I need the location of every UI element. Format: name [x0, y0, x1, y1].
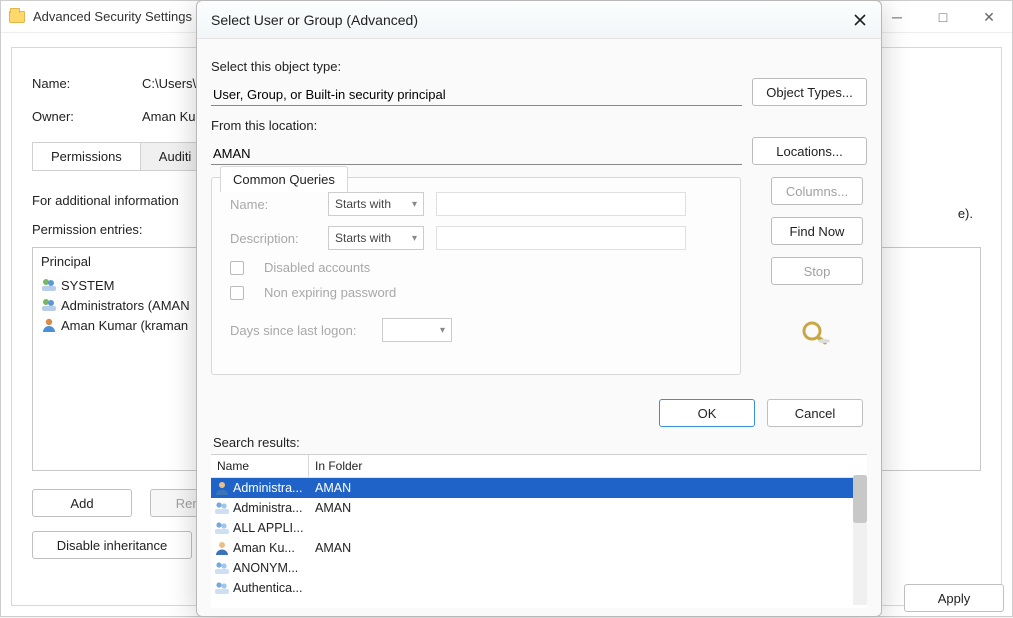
users-icon	[211, 520, 233, 536]
ok-button[interactable]: OK	[659, 399, 755, 427]
user-icon	[211, 480, 233, 496]
tab-common-queries[interactable]: Common Queries	[220, 166, 348, 192]
truncated-text: e).	[958, 206, 973, 221]
locations-button[interactable]: Locations...	[752, 137, 867, 165]
nonexpiring-checkbox[interactable]	[230, 286, 244, 300]
disabled-accounts-label: Disabled accounts	[264, 260, 370, 275]
col-name[interactable]: Name	[211, 455, 309, 477]
users-icon	[211, 500, 233, 516]
table-row[interactable]: ALL APPLI...	[211, 518, 867, 538]
search-results-label: Search results:	[213, 435, 865, 450]
cq-desc-label: Description:	[230, 231, 316, 246]
chevron-down-icon: ▾	[412, 199, 417, 210]
parent-title: Advanced Security Settings	[33, 9, 192, 24]
result-name: Authentica...	[233, 581, 311, 595]
user-icon	[211, 540, 233, 556]
result-name: ALL APPLI...	[233, 521, 311, 535]
principal-name: Administrators (AMAN	[61, 298, 190, 313]
users-icon	[211, 580, 233, 596]
days-logon-label: Days since last logon:	[230, 323, 370, 338]
folder-icon	[9, 11, 25, 23]
cq-name-label: Name:	[230, 197, 316, 212]
table-row[interactable]: Aman Ku... AMAN	[211, 538, 867, 558]
table-row[interactable]: ANONYM...	[211, 558, 867, 578]
combo-value: Starts with	[335, 197, 391, 211]
principal-name: Aman Kumar (kraman	[61, 318, 188, 333]
result-name: Administra...	[233, 481, 311, 495]
chevron-down-icon: ▾	[412, 233, 417, 244]
nonexpiring-label: Non expiring password	[264, 285, 396, 300]
results-list[interactable]: Administra... AMAN Administra... AMAN AL…	[211, 478, 867, 608]
columns-button[interactable]: Columns...	[771, 177, 863, 205]
desc-match-combo[interactable]: Starts with ▾	[328, 226, 424, 250]
name-filter-input[interactable]	[436, 192, 686, 216]
object-type-field[interactable]	[211, 84, 742, 106]
search-icon	[800, 319, 834, 350]
principal-name: SYSTEM	[61, 278, 114, 293]
search-results: Name In Folder Administra... AMAN Admini…	[211, 454, 867, 608]
location-field[interactable]	[211, 143, 742, 165]
users-icon	[211, 560, 233, 576]
apply-button[interactable]: Apply	[904, 584, 1004, 612]
close-icon[interactable]	[849, 9, 871, 31]
table-row[interactable]: Administra... AMAN	[211, 478, 867, 498]
scrollbar-thumb[interactable]	[853, 475, 867, 523]
dialog-titlebar: Select User or Group (Advanced)	[197, 1, 881, 39]
object-type-label: Select this object type:	[211, 59, 867, 74]
users-icon	[41, 297, 61, 313]
owner-label: Owner:	[32, 109, 142, 124]
stop-button[interactable]: Stop	[771, 257, 863, 285]
desc-filter-input[interactable]	[436, 226, 686, 250]
chevron-down-icon: ▾	[440, 325, 445, 336]
disabled-accounts-checkbox[interactable]	[230, 261, 244, 275]
users-icon	[41, 277, 61, 293]
cancel-button[interactable]: Cancel	[767, 399, 863, 427]
find-now-button[interactable]: Find Now	[771, 217, 863, 245]
disable-inheritance-button[interactable]: Disable inheritance	[32, 531, 192, 559]
result-folder: AMAN	[311, 501, 351, 515]
result-folder: AMAN	[311, 541, 351, 555]
result-name: ANONYM...	[233, 561, 311, 575]
location-label: From this location:	[211, 118, 867, 133]
dialog-title: Select User or Group (Advanced)	[211, 12, 418, 28]
close-button[interactable]: ✕	[966, 1, 1012, 33]
select-user-dialog: Select User or Group (Advanced) Select t…	[196, 0, 882, 617]
result-name: Aman Ku...	[233, 541, 311, 555]
common-queries-box: Common Queries Name: Starts with▾ Descri…	[211, 177, 741, 375]
name-value: C:\Users\k	[142, 76, 203, 91]
result-folder: AMAN	[311, 481, 351, 495]
col-folder[interactable]: In Folder	[309, 455, 867, 477]
user-icon	[41, 317, 61, 333]
object-types-button[interactable]: Object Types...	[752, 78, 867, 106]
scrollbar[interactable]	[853, 475, 867, 605]
result-name: Administra...	[233, 501, 311, 515]
table-row[interactable]: Authentica...	[211, 578, 867, 598]
combo-value: Starts with	[335, 231, 391, 245]
name-label: Name:	[32, 76, 142, 91]
name-match-combo[interactable]: Starts with ▾	[328, 192, 424, 216]
table-row[interactable]: Administra... AMAN	[211, 498, 867, 518]
tab-permissions[interactable]: Permissions	[32, 142, 141, 171]
days-logon-combo[interactable]: ▾	[382, 318, 452, 342]
maximize-button[interactable]: □	[920, 1, 966, 33]
add-button[interactable]: Add	[32, 489, 132, 517]
